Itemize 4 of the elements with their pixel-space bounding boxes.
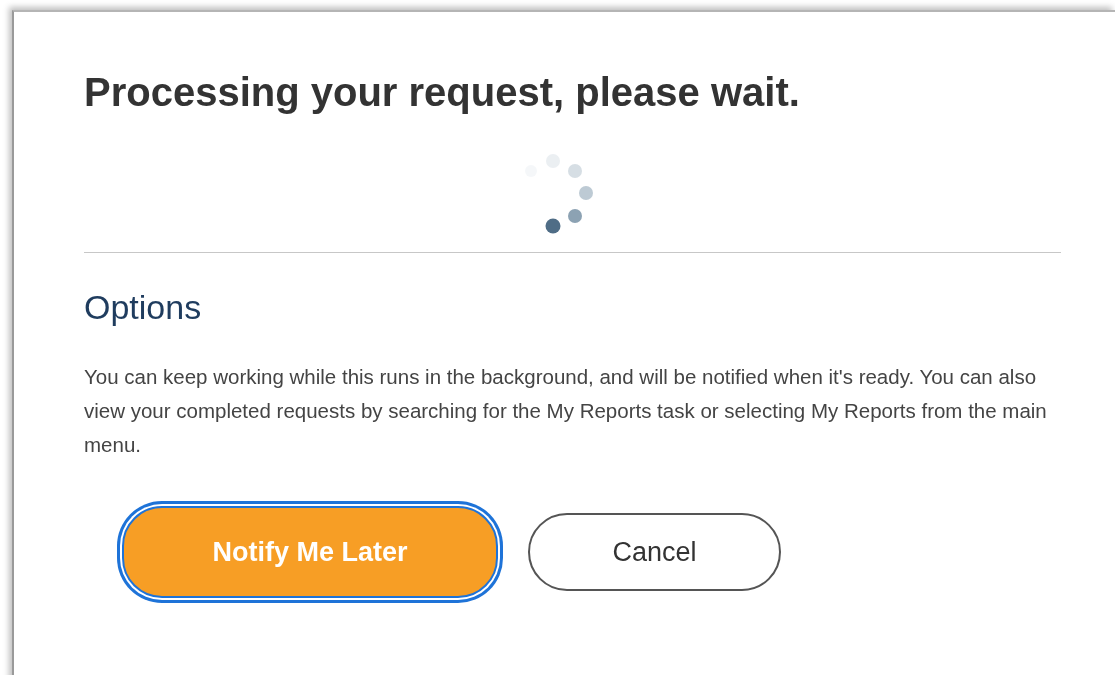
cancel-button[interactable]: Cancel bbox=[528, 513, 781, 591]
dialog-title: Processing your request, please wait. bbox=[84, 69, 801, 116]
options-message: You can keep working while this runs in the background, and will be notified when it's ready. You can also view your completed requests by searching for the My Reports task or selecting My Reports from the main menu. bbox=[84, 364, 1048, 458]
options-heading: Options bbox=[84, 287, 203, 327]
